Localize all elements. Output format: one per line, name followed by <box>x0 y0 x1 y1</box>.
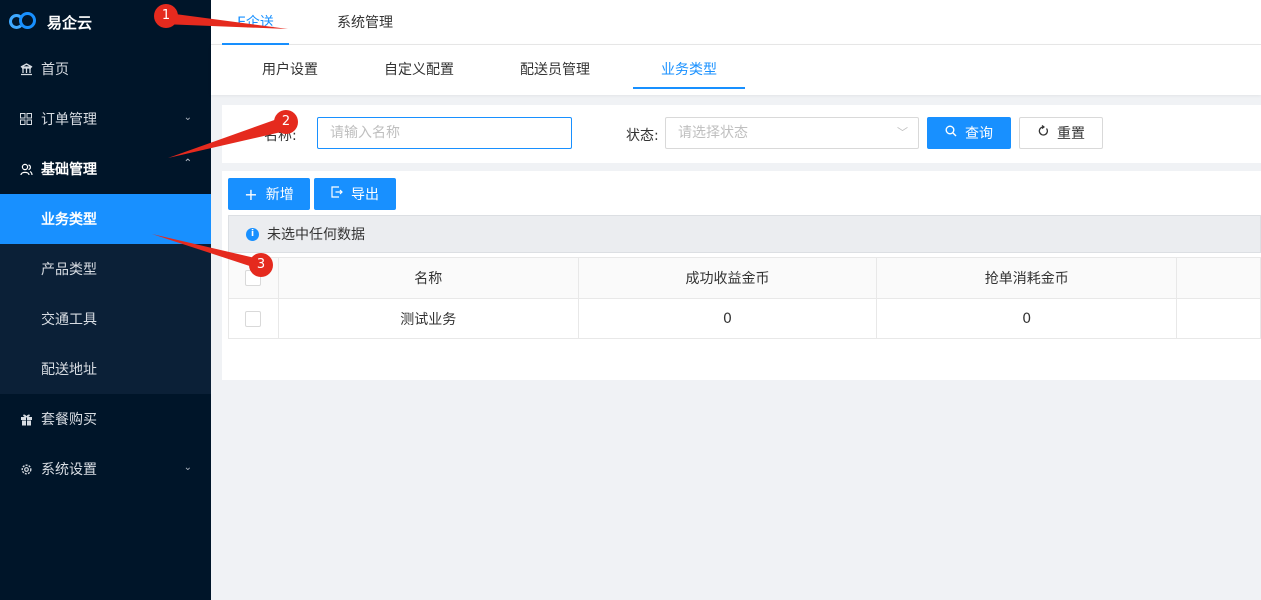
sidebar-item-label: 产品类型 <box>41 262 97 278</box>
logo[interactable]: 易企云 <box>0 0 211 44</box>
sidebar-item-label: 套餐购买 <box>41 412 97 428</box>
cell-grab-coins: 0 <box>876 298 1178 339</box>
sidebar-item-delivery-address[interactable]: 配送地址 <box>0 344 211 394</box>
sidebar-item-label: 订单管理 <box>41 112 97 128</box>
grid-icon <box>19 112 33 126</box>
reload-icon <box>1037 125 1049 141</box>
add-button-label: 新增 <box>265 187 294 203</box>
chevron-down-icon: ⌄ <box>183 462 192 473</box>
reset-button[interactable]: 重置 <box>1019 117 1103 149</box>
app-name: 易企云 <box>47 13 93 32</box>
export-icon <box>331 186 343 202</box>
submenu-basic-management: 业务类型 产品类型 交通工具 配送地址 <box>0 194 211 394</box>
sub-tab-bar: 用户设置 自定义配置 配送员管理 业务类型 <box>211 45 1261 95</box>
tab-e-qisong[interactable]: E企送 <box>222 0 289 45</box>
gift-icon <box>19 412 33 426</box>
chevron-up-icon: ⌃ <box>183 158 192 169</box>
annotation-badge-2: 2 <box>274 110 298 134</box>
table-row[interactable]: 测试业务 0 0 <box>228 298 1261 339</box>
sidebar-item-label: 业务类型 <box>41 212 97 228</box>
sidebar-item-vehicle[interactable]: 交通工具 <box>0 294 211 344</box>
sidebar-item-label: 交通工具 <box>41 312 97 328</box>
cell-name: 测试业务 <box>277 298 579 339</box>
column-header-grab-coins[interactable]: 抢单消耗金币 <box>876 257 1178 299</box>
selection-alert: i 未选中任何数据 <box>228 215 1261 253</box>
sidebar-item-basic-management[interactable]: 基础管理 ⌃ <box>0 144 211 194</box>
cell-success-coins: 0 <box>577 298 878 339</box>
sidebar-item-home[interactable]: 首页 <box>0 44 211 94</box>
sidebar-item-label: 系统设置 <box>41 462 97 478</box>
search-icon <box>945 125 957 141</box>
alert-text: 未选中任何数据 <box>267 227 365 243</box>
chevron-down-icon: ﹀ <box>897 126 908 139</box>
gear-icon <box>19 462 33 476</box>
status-select[interactable]: 请选择状态 ﹀ <box>665 117 919 149</box>
tab-courier-management[interactable]: 配送员管理 <box>520 45 590 89</box>
table-header-row: 名称 成功收益金币 抢单消耗金币 <box>228 257 1261 299</box>
sidebar-item-system-settings[interactable]: 系统设置 ⌄ <box>0 444 211 494</box>
sidebar-item-package[interactable]: 套餐购买 <box>0 394 211 444</box>
sidebar: 易企云 首页 订单管理 ⌄ 基础管理 ⌃ 业务类型 产品类型 交通工具 配送地址 <box>0 0 211 600</box>
tab-custom-config[interactable]: 自定义配置 <box>384 45 454 89</box>
annotation-badge-1: 1 <box>154 4 178 28</box>
add-button[interactable]: + 新增 <box>228 178 310 210</box>
cell-more <box>1176 298 1261 339</box>
sidebar-item-orders[interactable]: 订单管理 ⌄ <box>0 94 211 144</box>
tab-user-settings[interactable]: 用户设置 <box>262 45 318 89</box>
column-header-more <box>1176 257 1261 299</box>
status-label: 状态: <box>626 128 659 144</box>
sidebar-item-label: 配送地址 <box>41 362 97 378</box>
query-button-label: 查询 <box>965 126 993 142</box>
info-icon: i <box>246 227 259 241</box>
sidebar-item-business-type[interactable]: 业务类型 <box>0 194 211 244</box>
table-panel: + 新增 导出 i 未选中任何数据 名称 成功收益金币 抢单消耗金币 测试业务 … <box>222 171 1261 380</box>
tab-business-type[interactable]: 业务类型 <box>633 45 745 89</box>
top-tab-bar: E企送 系统管理 <box>211 0 1261 45</box>
sidebar-item-product-type[interactable]: 产品类型 <box>0 244 211 294</box>
business-type-table: 名称 成功收益金币 抢单消耗金币 测试业务 0 0 <box>228 257 1261 339</box>
export-button[interactable]: 导出 <box>314 178 396 210</box>
tab-system-management[interactable]: 系统管理 <box>337 0 393 45</box>
chevron-down-icon: ⌄ <box>183 112 192 123</box>
logo-icon <box>9 11 37 33</box>
plus-icon: + <box>244 184 258 204</box>
status-select-placeholder: 请选择状态 <box>678 125 748 141</box>
sidebar-item-label: 基础管理 <box>41 162 97 178</box>
row-checkbox[interactable] <box>245 310 262 327</box>
bank-icon <box>19 62 33 76</box>
row-select-cell <box>228 298 279 339</box>
search-panel: 名称: 状态: 请选择状态 ﹀ 查询 重置 <box>222 105 1261 163</box>
users-icon <box>19 162 33 176</box>
sidebar-item-label: 首页 <box>41 62 69 78</box>
column-header-name[interactable]: 名称 <box>277 257 579 299</box>
column-header-success-coins[interactable]: 成功收益金币 <box>577 257 878 299</box>
query-button[interactable]: 查询 <box>927 117 1011 149</box>
reset-button-label: 重置 <box>1057 126 1085 142</box>
name-input[interactable] <box>317 117 572 149</box>
export-button-label: 导出 <box>351 187 379 203</box>
annotation-badge-3: 3 <box>249 253 273 277</box>
